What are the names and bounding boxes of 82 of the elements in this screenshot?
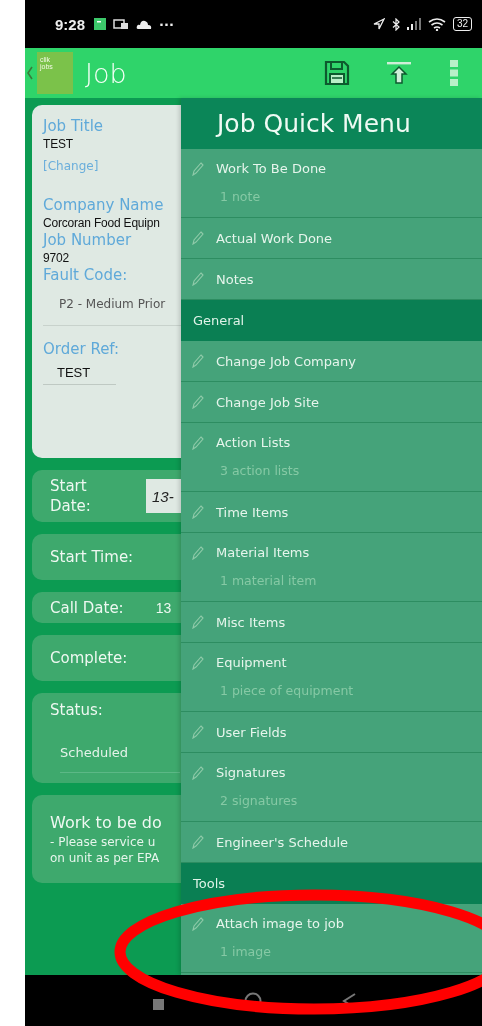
menu-item[interactable]: Action Lists 3 action lists [181,423,482,492]
form-row[interactable]: Start Time: [32,534,181,580]
row-label: Call Date: [50,598,124,617]
menu-item-label: Engineer's Schedule [216,834,349,850]
menu-item[interactable]: Equipment 1 piece of equipment [181,643,482,712]
pencil-icon [192,272,204,286]
menu-item-label: Misc Items [216,614,286,630]
menu-item-label: User Fields [216,724,287,740]
menu-item-label: Time Items [216,504,289,520]
field-label: Company Name [43,196,164,215]
menu-item[interactable]: Attach image to job 1 image [181,904,482,973]
menu-item[interactable]: Actual Work Done [181,218,482,259]
menu-item-label: Actual Work Done [216,230,333,246]
save-icon[interactable] [324,60,350,86]
pencil-icon [192,395,204,409]
field-label: Job Number [43,231,132,250]
menu-item[interactable]: Signatures 2 signatures [181,753,482,822]
row-label: Status: [50,701,103,719]
screen-title: Job [85,57,127,89]
section-header: General [181,300,482,341]
menu-item-detail: 3 action lists [220,463,301,478]
upload-icon[interactable] [386,60,412,86]
field-value: 9702 [43,250,69,266]
pencil-icon [192,655,204,670]
pencil-icon [192,916,204,931]
battery-level: 32 [452,17,472,31]
menu-item[interactable]: Material Items 1 material item [181,533,482,602]
menu-item[interactable]: Change Job Company [181,341,482,382]
menu-item[interactable]: Misc Items [181,602,482,643]
pencil-icon [192,765,204,780]
location-icon [372,18,385,30]
menu-item-detail: 1 note [220,189,262,204]
menu-item-label: Attach image to job [216,916,344,931]
field-label: Fault Code: [43,266,128,285]
signal-icon [406,18,421,30]
row-value: 13 [155,599,172,616]
menu-item-label: Notes [216,271,254,287]
bluetooth-icon [391,17,400,31]
notification-icon [94,18,107,30]
menu-item-label: Signatures [216,765,286,780]
menu-item-detail: 1 image [220,944,272,959]
status-time: 9:28 [55,15,86,33]
date-field[interactable]: 13- [146,479,181,513]
row-label: Work to be do [50,813,162,832]
menu-item[interactable]: Change Job Site [181,382,482,423]
menu-item-label: Change Job Company [216,353,356,369]
pencil-icon [192,615,204,629]
pencil-icon [192,161,204,176]
input-field[interactable]: TEST [43,365,117,385]
pencil-icon [192,835,204,849]
menu-item-label: Change Job Site [216,394,320,410]
menu-item-detail: 1 material item [220,573,318,588]
field-value: TEST [43,136,73,152]
row-label: Start Date: [50,476,92,516]
menu-item-label: Work To Be Done [216,161,327,176]
more-notifications: ··· [159,16,174,32]
cloud-icon [136,19,153,29]
pencil-icon [192,435,204,450]
quick-menu-title: Job Quick Menu [181,98,482,149]
note-text: - Please service u on unit as per EPA [50,834,160,866]
menu-item-label: Action Lists [216,435,291,450]
back-icon[interactable] [27,66,33,80]
pencil-icon [192,545,204,560]
change-link[interactable]: [Change] [43,158,99,174]
card-icon [113,18,130,30]
status-dropdown[interactable]: Scheduled [60,745,180,773]
menu-item-label: Material Items [216,545,310,560]
form-row[interactable]: Complete: [32,635,181,681]
field-value: Corcoran Food Equipn [43,215,160,231]
pencil-icon [192,231,204,245]
pencil-icon [192,354,204,368]
pencil-icon [192,505,204,519]
wifi-icon [427,17,446,31]
menu-item[interactable]: Time Items [181,492,482,533]
menu-item[interactable]: Work To Be Done 1 note [181,149,482,218]
field-label: Job Title [43,117,104,136]
pencil-icon [192,725,204,739]
menu-item[interactable]: User Fields [181,712,482,753]
menu-item-detail: 2 signatures [220,793,299,808]
menu-item-label: Equipment [216,655,287,670]
menu-item-detail: 1 piece of equipment [220,683,355,698]
field-label: Order Ref: [43,340,120,359]
